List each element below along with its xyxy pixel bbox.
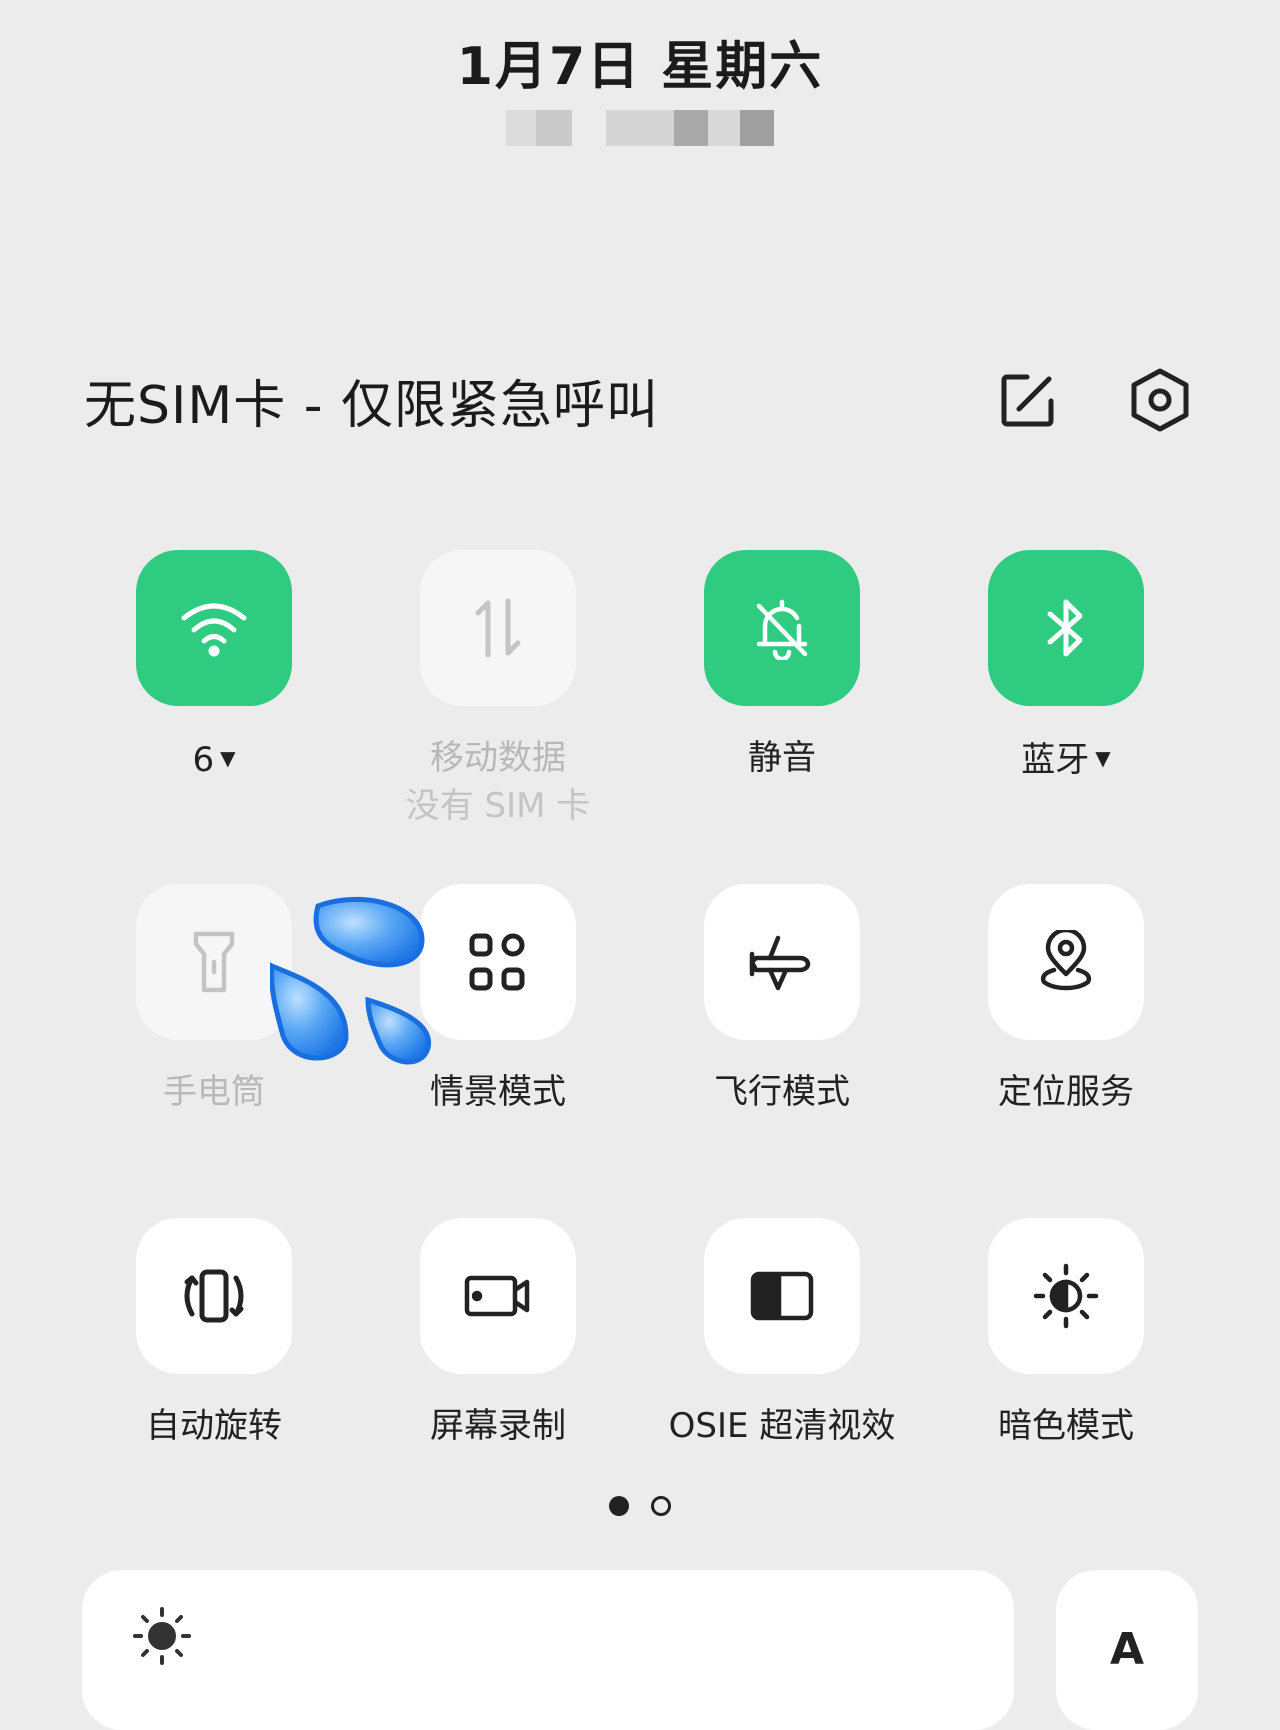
carrier-status: 无SIM卡 - 仅限紧急呼叫 [84, 375, 660, 436]
date-header: 1月7日 星期六 [456, 37, 824, 97]
page-indicator [0, 1496, 1280, 1516]
tile-bluetooth[interactable]: 蓝牙 ▼ [924, 550, 1208, 784]
tile-label: 6 [192, 740, 215, 780]
tile-label: 屏幕录制 [430, 1406, 566, 1446]
grid-icon [469, 933, 525, 991]
mobile-data-toggle[interactable] [420, 550, 576, 706]
tile-silent[interactable]: 静音 [640, 550, 924, 782]
mobile-data-icon [475, 598, 521, 658]
tile-label: 暗色模式 [998, 1406, 1134, 1446]
brightness-icon [133, 1607, 191, 1665]
dark-mode-toggle[interactable] [988, 1218, 1144, 1374]
tile-wifi[interactable]: 6 ▼ [72, 550, 356, 784]
settings-icon[interactable] [1124, 364, 1196, 436]
dark-mode-icon [1033, 1263, 1099, 1329]
tile-airplane-mode[interactable]: 飞行模式 [640, 884, 924, 1116]
edit-icon[interactable] [992, 364, 1064, 436]
tile-label: 情景模式 [430, 1072, 566, 1112]
flashlight-icon [193, 931, 235, 993]
sweat-drops-sticker [269, 896, 450, 1066]
tile-label: 定位服务 [998, 1072, 1134, 1112]
status-row: 无SIM卡 - 仅限紧急呼叫 [84, 360, 1196, 440]
location-icon [1040, 930, 1092, 991]
wifi-icon [181, 603, 247, 657]
tile-auto-rotate[interactable]: 自动旋转 [72, 1218, 356, 1450]
tile-mobile-data[interactable]: 移动数据 没有 SIM 卡 [356, 550, 640, 830]
dropdown-caret-icon[interactable]: ▼ [1095, 746, 1110, 770]
bell-off-icon [756, 599, 808, 660]
dropdown-caret-icon[interactable]: ▼ [220, 746, 235, 770]
auto-brightness-label: A [1109, 1624, 1145, 1675]
auto-rotate-toggle[interactable] [136, 1218, 292, 1374]
tile-screen-record[interactable]: 屏幕录制 [356, 1218, 640, 1450]
page-dot-2[interactable] [651, 1496, 671, 1516]
tile-osie[interactable]: OSIE 超清视效 [640, 1218, 924, 1450]
tile-label: 飞行模式 [714, 1072, 850, 1112]
tile-location[interactable]: 定位服务 [924, 884, 1208, 1116]
page-dot-1[interactable] [609, 1496, 629, 1516]
screen-record-toggle[interactable] [420, 1218, 576, 1374]
silent-toggle[interactable] [704, 550, 860, 706]
tile-dark-mode[interactable]: 暗色模式 [924, 1218, 1208, 1450]
tile-label: OSIE 超清视效 [668, 1406, 896, 1446]
tile-sublabel: 没有 SIM 卡 [405, 786, 591, 826]
tile-label: 蓝牙 [1021, 740, 1090, 780]
tile-label: 移动数据 [430, 738, 566, 778]
osie-toggle[interactable] [704, 1218, 860, 1374]
airplane-icon [749, 935, 811, 991]
blurred-text [500, 110, 780, 146]
auto-brightness-button[interactable]: A [1056, 1570, 1198, 1730]
airplane-mode-toggle[interactable] [704, 884, 860, 1040]
screen-record-icon [464, 1275, 530, 1317]
bluetooth-toggle[interactable] [988, 550, 1144, 706]
flashlight-toggle[interactable] [136, 884, 292, 1040]
tile-label: 手电筒 [163, 1072, 265, 1112]
osie-icon [750, 1271, 814, 1321]
rotate-icon [184, 1269, 244, 1323]
brightness-slider[interactable] [82, 1570, 1014, 1730]
tile-label: 静音 [748, 738, 816, 778]
location-toggle[interactable] [988, 884, 1144, 1040]
bluetooth-icon [1047, 599, 1083, 657]
wifi-toggle[interactable] [136, 550, 292, 706]
tile-label: 自动旋转 [146, 1406, 282, 1446]
